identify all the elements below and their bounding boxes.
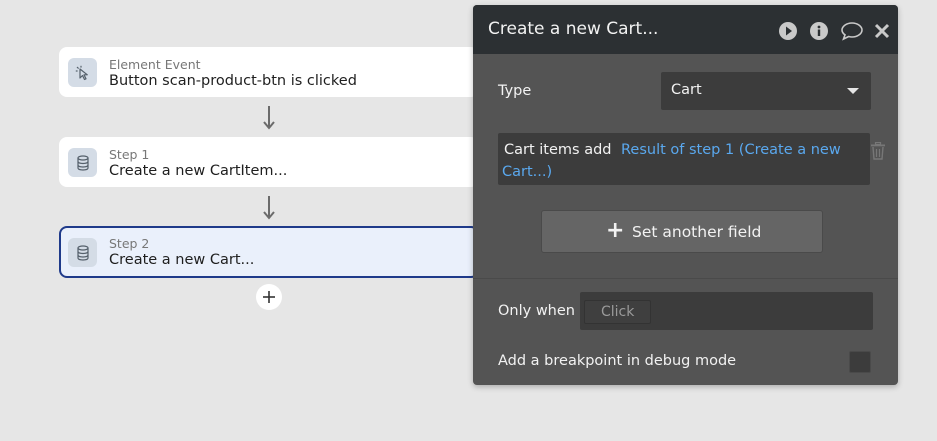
step-2-title: Create a new Cart... [109,252,255,268]
cart-items-label: Cart items add [504,142,612,158]
step-1-card[interactable]: Step 1 Create a new CartItem... [59,137,479,187]
add-step-button[interactable] [256,284,282,310]
arrow-down-icon [263,196,275,220]
divider [473,278,898,279]
play-icon[interactable] [777,20,799,42]
plus-icon: + [606,218,625,243]
set-another-field-button[interactable]: + Set another field [541,210,823,253]
database-icon [68,148,97,177]
trash-icon[interactable] [870,142,886,160]
comment-icon[interactable] [839,20,865,42]
only-when-input[interactable]: Click [580,292,873,330]
database-icon [68,238,97,267]
step-2-caption: Step 2 [109,236,150,251]
panel-header: Create a new Cart... [473,5,898,54]
breakpoint-label: Add a breakpoint in debug mode [498,353,737,369]
step-2-card[interactable]: Step 2 Create a new Cart... [59,226,479,278]
info-icon[interactable] [808,20,830,42]
type-label: Type [498,83,532,99]
close-icon[interactable] [871,20,893,42]
only-when-label: Only when [498,303,575,319]
breakpoint-checkbox[interactable] [849,351,871,373]
cart-items-field-row[interactable]: Cart items add Result of step 1 (Create … [498,133,870,185]
panel-title: Create a new Cart... [488,19,659,39]
only-when-placeholder[interactable]: Click [584,300,652,324]
chevron-down-icon [847,88,859,94]
event-title: Button scan-product-btn is clicked [109,73,357,89]
step-1-caption: Step 1 [109,147,150,162]
event-card[interactable]: Element Event Button scan-product-btn is… [59,47,479,97]
pointer-click-icon [68,58,97,87]
plus-icon [263,291,275,303]
step-1-title: Create a new CartItem... [109,163,288,179]
action-property-panel: Create a new Cart... Type Cart Cart item… [473,5,898,385]
type-dropdown[interactable]: Cart [661,72,871,110]
set-another-field-label: Set another field [632,223,762,241]
type-value: Cart [671,82,702,98]
arrow-down-icon [263,106,275,130]
event-caption: Element Event [109,57,201,72]
cart-items-dynamic-value[interactable]: Result of step 1 (Create a new [621,142,841,158]
cart-items-dynamic-value-cont[interactable]: Cart...) [502,164,552,180]
